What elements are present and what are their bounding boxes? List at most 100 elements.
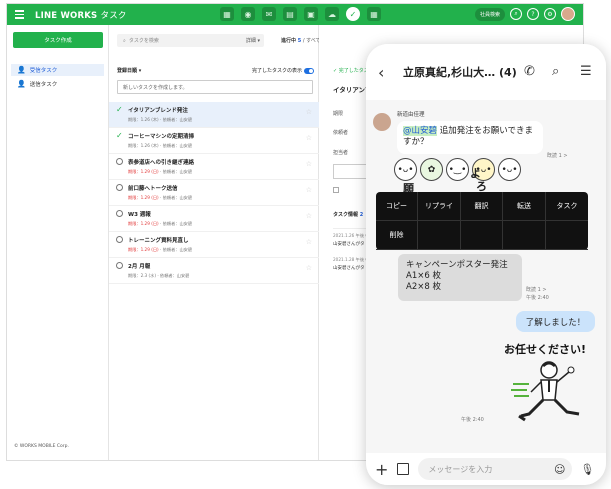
search-icon[interactable]: ⌕ bbox=[510, 8, 522, 20]
phone-icon[interactable]: ✆ bbox=[524, 64, 535, 79]
chat-header: ‹ 立原真紀,杉山大… (4) ✆ ⌕ ☰ bbox=[366, 44, 606, 100]
emoji-icon[interactable]: ☺ bbox=[554, 463, 565, 476]
sender-avatar[interactable] bbox=[373, 113, 391, 131]
task-requester: 依頼者：山安碧 bbox=[162, 247, 193, 252]
star-icon[interactable]: ☆ bbox=[306, 134, 312, 142]
task-row[interactable]: 前口藤へトーク送信 期限：1.29 (日) · 依頼者：山安碧 ☆ bbox=[109, 180, 319, 206]
sticker-figure-icon[interactable] bbox=[511, 358, 587, 424]
task-row-body: 2月 月報 期限：2.3 (水) · 依頼者：山安碧 bbox=[128, 261, 189, 283]
message-line: キャンペーンポスター発注 bbox=[406, 260, 508, 270]
chat-area: 新道由佳理 @山安碧 追加発注をお願いできますか？ 既読 1 > •ᴗ• ✿ •… bbox=[366, 100, 606, 453]
menu-item-reply[interactable]: リプライ bbox=[418, 192, 461, 221]
tab-in-progress[interactable]: 進行中 5 bbox=[281, 38, 301, 44]
menu-item-copy[interactable]: コピー bbox=[376, 192, 418, 221]
calendar-grid-icon[interactable]: ▤ bbox=[283, 7, 297, 21]
person-icon: 👤 bbox=[17, 66, 26, 74]
task-meta: 期限：1.26 (木) · 依頼者：山安碧 bbox=[128, 143, 194, 149]
image-icon[interactable] bbox=[397, 463, 410, 475]
menu-item-delete[interactable]: 削除 bbox=[376, 221, 418, 250]
task-row-body: コーヒーマシンの定期清掃 期限：1.26 (木) · 依頼者：山安碧 bbox=[128, 131, 194, 153]
message-context-menu: コピー リプライ 翻訳 転送 タスク 削除 bbox=[376, 192, 588, 250]
help-icon[interactable]: ? bbox=[527, 8, 539, 20]
mail-app-icon[interactable]: ✉ bbox=[262, 7, 276, 21]
task-meta: 期限：1.29 (日) · 依頼者：山安碧 bbox=[128, 195, 192, 201]
task-rows: ✓ イタリアンブレンド発注 期限：1.26 (木) · 依頼者：山安碧 ☆ ✓ コーヒーマ… bbox=[109, 102, 319, 284]
contacts-app-icon[interactable]: ▣ bbox=[304, 7, 318, 21]
menu-item-translate[interactable]: 翻訳 bbox=[461, 192, 503, 221]
drive-app-icon[interactable]: ☁ bbox=[325, 7, 339, 21]
task-app-icon[interactable]: ✓ bbox=[346, 7, 360, 21]
message-bubble[interactable]: @山安碧 追加発注をお願いできますか？ bbox=[397, 121, 543, 154]
sort-dropdown[interactable]: 登録日順 ▾ bbox=[117, 67, 141, 74]
checkbox-circle[interactable] bbox=[116, 210, 123, 217]
plus-icon[interactable]: + bbox=[375, 460, 388, 479]
sticker-face-icon: •ᴗ• bbox=[394, 158, 417, 181]
checkbox-circle[interactable] bbox=[116, 158, 123, 165]
search-placeholder: タスクを検索 bbox=[128, 38, 159, 44]
back-icon[interactable]: ‹ bbox=[378, 63, 396, 82]
mic-icon[interactable]: 🎙 bbox=[580, 463, 594, 476]
star-icon[interactable]: ☆ bbox=[306, 186, 312, 194]
show-done-toggle-row: 完了したタスクの表示 bbox=[252, 67, 314, 74]
task-due: 期限：1.29 (日) bbox=[128, 221, 159, 226]
talk-app-icon[interactable]: ◉ bbox=[241, 7, 255, 21]
star-icon[interactable]: ☆ bbox=[306, 238, 312, 246]
search-detail-button[interactable]: 詳細 ▾ bbox=[246, 37, 260, 44]
mobile-chat-screen: ‹ 立原真紀,杉山大… (4) ✆ ⌕ ☰ 新道由佳理 @山安碧 追加発注をお願… bbox=[366, 44, 606, 485]
checkbox-circle[interactable] bbox=[116, 184, 123, 191]
star-icon[interactable]: ☆ bbox=[306, 212, 312, 220]
task-row[interactable]: ✓ イタリアンブレンド発注 期限：1.26 (木) · 依頼者：山安碧 ☆ bbox=[109, 102, 319, 128]
star-icon[interactable]: ☆ bbox=[306, 108, 312, 116]
checkbox-circle[interactable] bbox=[116, 262, 123, 269]
tab-label: 進行中 bbox=[281, 38, 297, 44]
sticker-face-icon: •‿• bbox=[446, 158, 469, 181]
menu-icon[interactable]: ☰ bbox=[580, 64, 592, 79]
more-apps-icon[interactable]: ▦ bbox=[367, 7, 381, 21]
sticker-row[interactable]: •ᴗ• ✿ •‿• •ᴗ• •ᴗ• bbox=[394, 158, 521, 181]
show-done-toggle[interactable] bbox=[304, 67, 314, 74]
sender-name: 新道由佳理 bbox=[397, 112, 425, 118]
task-meta: 期限：1.29 (日) · 依頼者：山安碧 bbox=[128, 221, 192, 227]
user-avatar[interactable] bbox=[561, 7, 575, 21]
sidebar-item-label: 受信タスク bbox=[29, 68, 58, 74]
message-bubble-selected[interactable]: キャンペーンポスター発注 A1×6 枚 A2×8 枚 bbox=[398, 254, 522, 301]
star-icon[interactable]: ☆ bbox=[306, 160, 312, 168]
checkbox-circle[interactable] bbox=[116, 236, 123, 243]
top-right-tools: 社員検索 ⌕ ? ⚙ bbox=[474, 7, 575, 21]
sort-bar: 登録日順 ▾ 完了したタスクの表示 bbox=[117, 67, 314, 74]
task-row[interactable]: トレーニング資料見直し 期限：1.29 (日) · 依頼者：山安碧 ☆ bbox=[109, 232, 319, 258]
search-input[interactable]: ⌕ タスクを検索 詳細 ▾ bbox=[117, 34, 264, 47]
menu-icon[interactable] bbox=[7, 4, 25, 25]
task-row[interactable]: W3 週報 期限：1.29 (日) · 依頼者：山安碧 ☆ bbox=[109, 206, 319, 232]
task-row-body: トレーニング資料見直し 期限：1.29 (日) · 依頼者：山安碧 bbox=[128, 235, 192, 257]
menu-item-forward[interactable]: 転送 bbox=[503, 192, 546, 221]
chat-title: 立原真紀,杉山大… (4) bbox=[403, 66, 517, 79]
create-task-button[interactable]: タスク作成 bbox=[13, 32, 103, 48]
checkmark-icon[interactable]: ✓ bbox=[116, 105, 124, 127]
search-icon[interactable]: ⌕ bbox=[552, 64, 559, 79]
settings-icon[interactable]: ⚙ bbox=[544, 8, 556, 20]
task-row[interactable]: ✓ コーヒーマシンの定期清掃 期限：1.26 (木) · 依頼者：山安碧 ☆ bbox=[109, 128, 319, 154]
new-task-input[interactable]: 新しいタスクを作成します。 bbox=[117, 80, 313, 94]
checkmark-icon[interactable]: ✓ bbox=[116, 131, 124, 153]
star-icon[interactable]: ☆ bbox=[306, 264, 312, 272]
message-input[interactable]: メッセージを入力 ☺ bbox=[418, 458, 573, 480]
task-row-body: 前口藤へトーク送信 期限：1.29 (日) · 依頼者：山安碧 bbox=[128, 183, 192, 205]
read-receipt: 既読 1 > bbox=[526, 287, 547, 293]
employee-search-button[interactable]: 社員検索 bbox=[474, 7, 505, 21]
sidebar-item-received[interactable]: 👤 受信タスク bbox=[11, 64, 104, 76]
chat-input-bar: + メッセージを入力 ☺ 🎙 bbox=[366, 453, 606, 485]
calendar-app-icon[interactable]: ▦ bbox=[220, 7, 234, 21]
top-bar: LINE WORKS タスク ▦ ◉ ✉ ▤ ▣ ☁ ✓ ▦ 社員検索 ⌕ ? … bbox=[7, 4, 583, 25]
message-line: A2×8 枚 bbox=[406, 282, 441, 292]
detail-checkbox[interactable] bbox=[333, 187, 339, 193]
task-row[interactable]: 2月 月報 期限：2.3 (水) · 依頼者：山安碧 ☆ bbox=[109, 258, 319, 284]
task-due: 期限：2.3 (水) bbox=[128, 273, 157, 278]
sidebar-item-sent[interactable]: 👤 送信タスク bbox=[11, 78, 104, 90]
task-row[interactable]: 表参道店への引き継ぎ連絡 期限：1.29 (日) · 依頼者：山安碧 ☆ bbox=[109, 154, 319, 180]
message-bubble-mine[interactable]: 了解しました！ bbox=[516, 311, 595, 332]
mention-tag[interactable]: @山安碧 bbox=[403, 126, 438, 136]
task-title: イタリアンブレンド発注 bbox=[128, 108, 188, 114]
task-requester: 依頼者：山安碧 bbox=[162, 169, 193, 174]
menu-item-task[interactable]: タスク bbox=[546, 192, 588, 221]
